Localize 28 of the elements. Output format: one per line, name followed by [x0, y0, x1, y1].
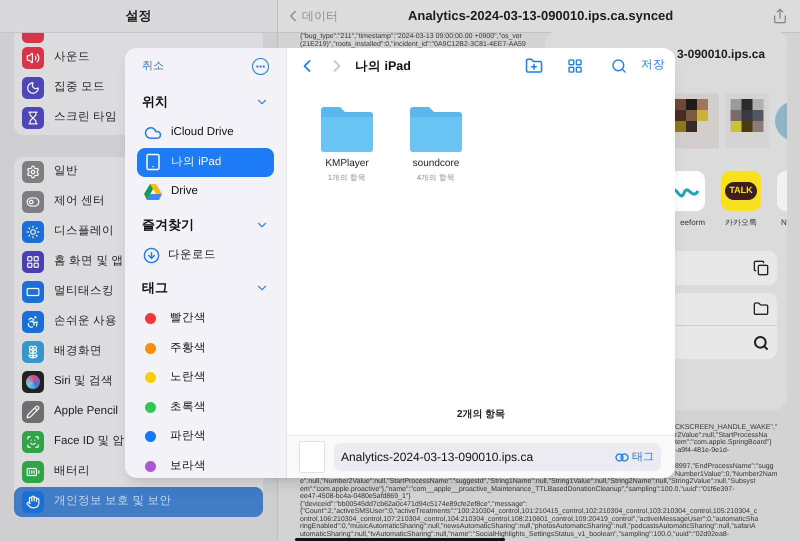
settings-item-label: 배경화면: [54, 344, 102, 360]
app-label: N: [781, 217, 787, 229]
settings-item-label: 사운드: [54, 50, 90, 66]
section-title: 태그: [142, 279, 168, 298]
settings-item-label: Apple Pencil: [54, 404, 118, 420]
share-file-name: 3-090010.ips.ca: [677, 46, 766, 63]
folder-title: 나의 iPad: [355, 58, 411, 75]
settings-item-label: 멀티태스킹: [54, 284, 114, 300]
section-title: 위치: [142, 93, 168, 112]
settings-item-label: Face ID 및 암: [54, 434, 125, 450]
settings-item-label: 개인정보 보호 및 보안: [54, 494, 172, 510]
settings-item-label: 스크린 타임: [54, 110, 118, 126]
document-title: Analytics-2024-03-13-090010.ips.ca.synced: [408, 7, 674, 26]
folder-name: soundcore: [412, 157, 460, 171]
settings-item-label: 집중 모드: [54, 80, 106, 96]
item-count: 2개의 항목: [456, 408, 506, 422]
settings-item-label: 제어 센터: [54, 194, 106, 210]
settings-item-label: 손쉬운 사용: [54, 314, 118, 330]
settings-item-label: 디스플레이: [54, 224, 114, 240]
app-label: eeform: [680, 217, 705, 229]
settings-item-label: Siri 및 검색: [54, 374, 113, 390]
section-title: 즐겨찾기: [142, 216, 194, 234]
app-label: 카카오톡: [725, 217, 757, 229]
settings-item-label: 배터리: [54, 464, 90, 480]
sidebar-title: 설정: [126, 7, 152, 26]
folder-name: KMPlayer: [325, 157, 369, 171]
settings-item-label: 일반: [54, 164, 78, 180]
settings-item-label: 홈 화면 및 앱: [54, 254, 124, 270]
